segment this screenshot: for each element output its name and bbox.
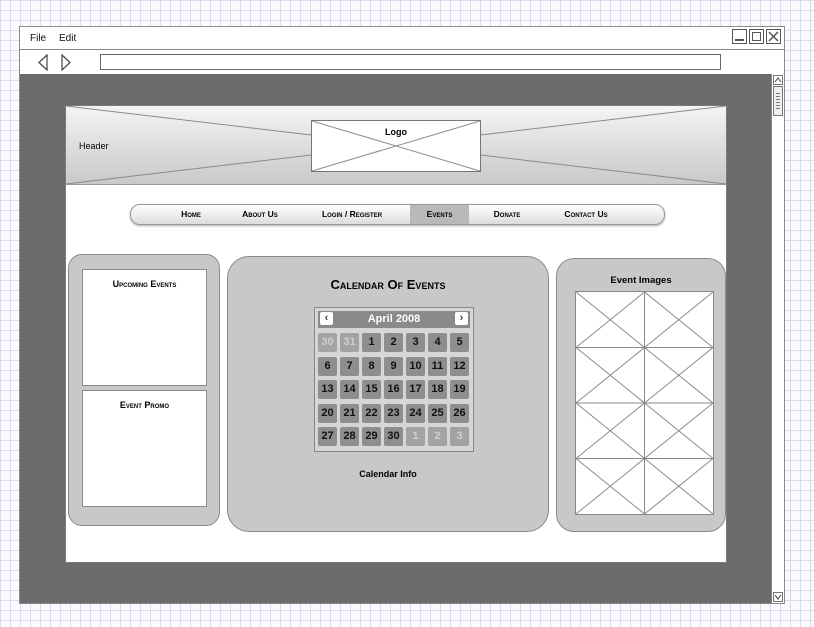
- calendar-day[interactable]: 2: [428, 427, 447, 446]
- scroll-up-icon[interactable]: [773, 75, 783, 85]
- calendar-day[interactable]: 21: [340, 403, 359, 423]
- nav-bar: Home About Us Login / Register Events Do…: [130, 204, 665, 225]
- logo-placeholder: Logo: [311, 120, 481, 172]
- maximize-icon[interactable]: [749, 29, 764, 44]
- calendar-day[interactable]: 30: [318, 333, 337, 352]
- calendar-day[interactable]: 1: [406, 427, 425, 446]
- calendar-day[interactable]: 11: [428, 356, 447, 376]
- calendar-day[interactable]: 8: [362, 356, 381, 376]
- calendar-day[interactable]: 7: [340, 356, 359, 376]
- calendar-day[interactable]: 18: [428, 380, 447, 399]
- calendar-day[interactable]: 22: [362, 403, 381, 423]
- calendar-info: Calendar Info: [359, 469, 417, 479]
- calendar-day[interactable]: 16: [384, 380, 403, 399]
- menu-file[interactable]: File: [30, 33, 46, 44]
- calendar-day[interactable]: 28: [340, 427, 359, 446]
- calendar-day[interactable]: 15: [362, 380, 381, 399]
- left-panel: Upcoming Events Event Promo: [68, 254, 220, 526]
- calendar-day[interactable]: 1: [362, 333, 381, 352]
- calendar-day[interactable]: 25: [428, 403, 447, 423]
- upcoming-events-title: Upcoming Events: [112, 279, 177, 289]
- nav-donate[interactable]: Donate: [486, 205, 528, 224]
- header-label: Header: [79, 141, 109, 151]
- nav-about-us[interactable]: About Us: [231, 205, 289, 224]
- calendar-day[interactable]: 3: [450, 427, 469, 446]
- calendar-day[interactable]: 4: [428, 333, 447, 352]
- calendar-day[interactable]: 14: [340, 380, 359, 399]
- calendar-day[interactable]: 10: [406, 356, 425, 376]
- event-images-gallery: [575, 291, 714, 515]
- nav-events[interactable]: Events: [410, 205, 469, 224]
- calendar-day[interactable]: 13: [318, 380, 337, 399]
- calendar-widget: April 2008 ‹ › 30 31 1 2 3 4 5 6 7 8 9 10 11 12 13 14 15…: [314, 307, 474, 452]
- calendar-day[interactable]: 31: [340, 333, 359, 352]
- event-promo-title: Event Promo: [119, 400, 170, 410]
- calendar-day[interactable]: 9: [384, 356, 403, 376]
- calendar-day[interactable]: 17: [406, 380, 425, 399]
- calendar-panel: Calendar Of Events April 2008 ‹ › 30 31 1 2…: [227, 256, 549, 532]
- calendar-day[interactable]: 30: [384, 427, 403, 446]
- calendar-day[interactable]: 29: [362, 427, 381, 446]
- calendar-day[interactable]: 3: [406, 333, 425, 352]
- calendar-day[interactable]: 19: [450, 380, 469, 399]
- event-promo-box: Event Promo: [82, 390, 207, 507]
- menu-edit[interactable]: Edit: [59, 33, 76, 44]
- address-bar[interactable]: [100, 54, 721, 70]
- calendar-day[interactable]: 24: [406, 403, 425, 423]
- upcoming-events-box: Upcoming Events: [82, 269, 207, 386]
- right-panel: Event Images: [556, 258, 726, 532]
- forward-arrow-icon[interactable]: [60, 53, 72, 76]
- calendar-month: April 2008: [367, 313, 421, 325]
- calendar-day[interactable]: 2: [384, 333, 403, 352]
- page-wireframe: Header Logo Home About Us Login / Regist…: [65, 105, 727, 563]
- calendar-header: April 2008 ‹ ›: [318, 311, 470, 328]
- vertical-scrollbar[interactable]: [771, 74, 784, 603]
- chevron-left-icon[interactable]: ‹: [320, 312, 333, 325]
- minimize-icon[interactable]: [732, 29, 747, 44]
- nav-login-register[interactable]: Login / Register: [311, 205, 393, 224]
- calendar-day[interactable]: 20: [318, 403, 337, 423]
- scroll-thumb[interactable]: [773, 86, 783, 116]
- calendar-day[interactable]: 26: [450, 403, 469, 423]
- nav-home[interactable]: Home: [173, 205, 209, 224]
- calendar-day[interactable]: 23: [384, 403, 403, 423]
- chevron-right-icon[interactable]: ›: [455, 312, 468, 325]
- browser-window: File Edit Header Logo Home About Us Logi…: [19, 26, 785, 604]
- calendar-day[interactable]: 6: [318, 356, 337, 376]
- calendar-day[interactable]: 27: [318, 427, 337, 446]
- toolbar: [20, 49, 784, 74]
- calendar-day[interactable]: 12: [450, 356, 469, 376]
- calendar-title: Calendar Of Events: [330, 277, 446, 292]
- scroll-down-icon[interactable]: [773, 592, 783, 602]
- nav-contact-us[interactable]: Contact Us: [551, 205, 621, 224]
- close-icon[interactable]: [766, 29, 781, 44]
- menu-bar: File Edit: [20, 27, 784, 49]
- back-arrow-icon[interactable]: [37, 53, 49, 76]
- logo-label: Logo: [385, 127, 407, 137]
- page-header: Header Logo: [66, 106, 726, 185]
- browser-viewport: Header Logo Home About Us Login / Regist…: [20, 74, 771, 603]
- calendar-day[interactable]: 5: [450, 333, 469, 352]
- event-images-title: Event Images: [610, 275, 672, 286]
